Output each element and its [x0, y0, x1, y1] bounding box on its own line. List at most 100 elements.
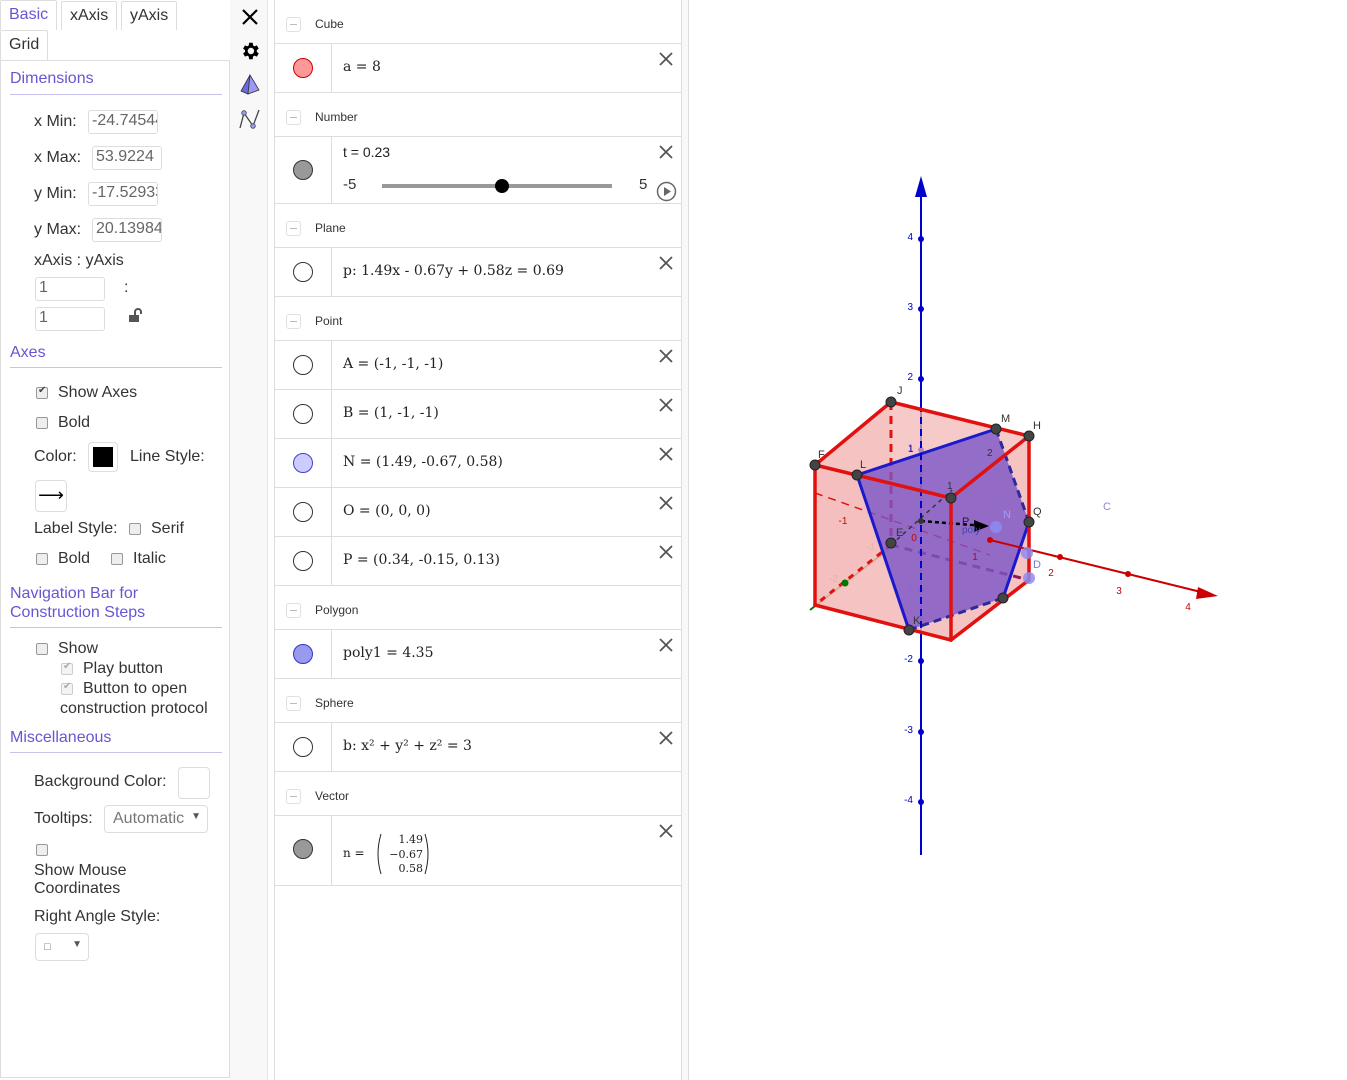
delete-icon[interactable]: [657, 636, 675, 654]
algebra-item[interactable]: B = (1, -1, -1): [275, 390, 681, 439]
graph-icon[interactable]: [239, 108, 261, 130]
visibility-toggle[interactable]: [293, 160, 313, 180]
collapse-group-button[interactable]: [286, 789, 301, 804]
algebra-expression[interactable]: N = (1.49, -0.67, 0.58): [343, 454, 503, 470]
tab-yaxis[interactable]: yAxis: [121, 1, 178, 30]
delete-icon[interactable]: [657, 347, 675, 365]
delete-icon[interactable]: [657, 254, 675, 272]
algebra-expression[interactable]: n =: [343, 846, 365, 860]
algebra-expression[interactable]: O = (0, 0, 0): [343, 503, 431, 519]
x-min-input[interactable]: -24.74544: [88, 110, 158, 134]
algebra-expression[interactable]: A = (-1, -1, -1): [343, 356, 443, 372]
slider-thumb[interactable]: [495, 179, 510, 193]
tab-grid[interactable]: Grid: [0, 30, 49, 60]
algebra-expression[interactable]: poly1 = 4.35: [343, 645, 434, 661]
z-tick-label-small: 1: [908, 444, 914, 455]
visibility-cell: [275, 248, 332, 296]
visibility-toggle[interactable]: [293, 839, 313, 859]
collapse-group-button[interactable]: [286, 110, 301, 125]
algebra-expression[interactable]: b: x² + y² + z² = 3: [343, 738, 472, 754]
tooltips-select[interactable]: Automatic ▼: [104, 805, 208, 833]
play-icon[interactable]: [656, 181, 677, 202]
background-color-button[interactable]: [178, 767, 210, 799]
line-style-button[interactable]: ⟶: [35, 480, 67, 512]
group-name: Polygon: [315, 603, 359, 617]
gear-icon[interactable]: [239, 40, 261, 62]
close-icon[interactable]: [239, 6, 261, 28]
algebra-item[interactable]: a = 8: [275, 44, 681, 93]
algebra-expression[interactable]: a = 8: [343, 59, 381, 75]
open-protocol-label-line1: Button to open: [83, 680, 188, 697]
show-axes-checkbox[interactable]: [36, 385, 48, 399]
algebra-item[interactable]: p: 1.49x - 0.67y + 0.58z = 0.69: [275, 248, 681, 297]
delete-icon[interactable]: [657, 494, 675, 512]
delete-icon[interactable]: [657, 729, 675, 747]
axis-color-button[interactable]: [88, 442, 118, 472]
panel-splitter[interactable]: [682, 0, 689, 1080]
visibility-toggle[interactable]: [293, 453, 313, 473]
algebra-expression[interactable]: p: 1.49x - 0.67y + 0.58z = 0.69: [343, 263, 564, 279]
show-navigation-checkbox[interactable]: [36, 643, 48, 655]
algebra-item[interactable]: poly1 = 4.35: [275, 630, 681, 679]
serif-checkbox[interactable]: [129, 523, 141, 535]
tab-xaxis[interactable]: xAxis: [61, 1, 118, 30]
delete-icon[interactable]: [657, 543, 675, 561]
label-bold-label: Bold: [58, 550, 91, 567]
collapse-group-button[interactable]: [286, 696, 301, 711]
algebra-item[interactable]: N = (1.49, -0.67, 0.58): [275, 439, 681, 488]
show-mouse-coords-checkbox[interactable]: [36, 844, 48, 856]
ratio-x-input[interactable]: 1: [35, 277, 105, 301]
z-tick-label: -2: [904, 654, 913, 665]
visibility-toggle[interactable]: [293, 502, 313, 522]
collapse-group-button[interactable]: [286, 17, 301, 32]
collapse-group-button[interactable]: [286, 221, 301, 236]
play-button-checkbox[interactable]: [61, 661, 73, 675]
delete-icon[interactable]: [657, 396, 675, 414]
pyramid-icon[interactable]: [239, 73, 261, 96]
delete-icon[interactable]: [657, 445, 675, 463]
algebra-item[interactable]: b: x² + y² + z² = 3: [275, 723, 681, 772]
algebra-expression[interactable]: t = 0.23: [343, 144, 390, 160]
visibility-cell: [275, 341, 332, 389]
point: [997, 592, 1009, 604]
x-tick-label: 1: [972, 552, 978, 563]
algebra-item[interactable]: A = (-1, -1, -1): [275, 341, 681, 390]
italic-checkbox[interactable]: [111, 553, 123, 565]
open-protocol-checkbox[interactable]: [61, 681, 73, 695]
ratio-y-input[interactable]: 1: [35, 307, 105, 331]
unlock-icon[interactable]: [128, 308, 144, 324]
visibility-toggle[interactable]: [293, 262, 313, 282]
right-angle-style-select[interactable]: □ ▼: [35, 933, 89, 961]
visibility-toggle[interactable]: [293, 551, 313, 571]
graphics-3d-view[interactable]: 4321-1-2-3-4-2-1-101234121FJMHLQEKNDCPpo…: [690, 0, 1347, 1080]
graphics-3d-canvas[interactable]: 4321-1-2-3-4-2-1-101234121FJMHLQEKNDCPpo…: [690, 0, 1347, 1080]
visibility-toggle[interactable]: [293, 58, 313, 78]
algebra-expression[interactable]: P = (0.34, -0.15, 0.13): [343, 552, 500, 568]
bold-checkbox[interactable]: [36, 417, 48, 429]
collapse-group-button[interactable]: [286, 603, 301, 618]
algebra-item[interactable]: t = 0.23 -5 5: [275, 137, 681, 204]
visibility-toggle[interactable]: [293, 644, 313, 664]
visibility-toggle[interactable]: [293, 355, 313, 375]
point-label: M: [1001, 413, 1010, 425]
show-mouse-coords-label-line1: Show Mouse: [34, 862, 127, 879]
collapse-group-button[interactable]: [286, 314, 301, 329]
z-tick-label: 3: [907, 302, 913, 313]
delete-icon[interactable]: [657, 50, 675, 68]
algebra-item[interactable]: O = (0, 0, 0): [275, 488, 681, 537]
visibility-toggle[interactable]: [293, 404, 313, 424]
delete-icon[interactable]: [657, 822, 675, 840]
algebra-expression[interactable]: B = (1, -1, -1): [343, 405, 439, 421]
y-min-input[interactable]: -17.52933: [88, 182, 158, 206]
visibility-toggle[interactable]: [293, 737, 313, 757]
delete-icon[interactable]: [657, 143, 675, 161]
tab-basic[interactable]: Basic: [0, 0, 58, 30]
y-max-input[interactable]: 20.13984: [92, 218, 162, 242]
label-bold-checkbox[interactable]: [36, 553, 48, 565]
group-header-polygon: Polygon: [275, 586, 681, 630]
group-header-cube: Cube: [275, 0, 681, 44]
algebra-item[interactable]: P = (0.34, -0.15, 0.13): [275, 537, 681, 586]
visibility-cell: [275, 137, 332, 203]
algebra-item[interactable]: n = 1.49 −0.67 0.58: [275, 816, 681, 886]
x-max-input[interactable]: 53.9224: [92, 146, 162, 170]
